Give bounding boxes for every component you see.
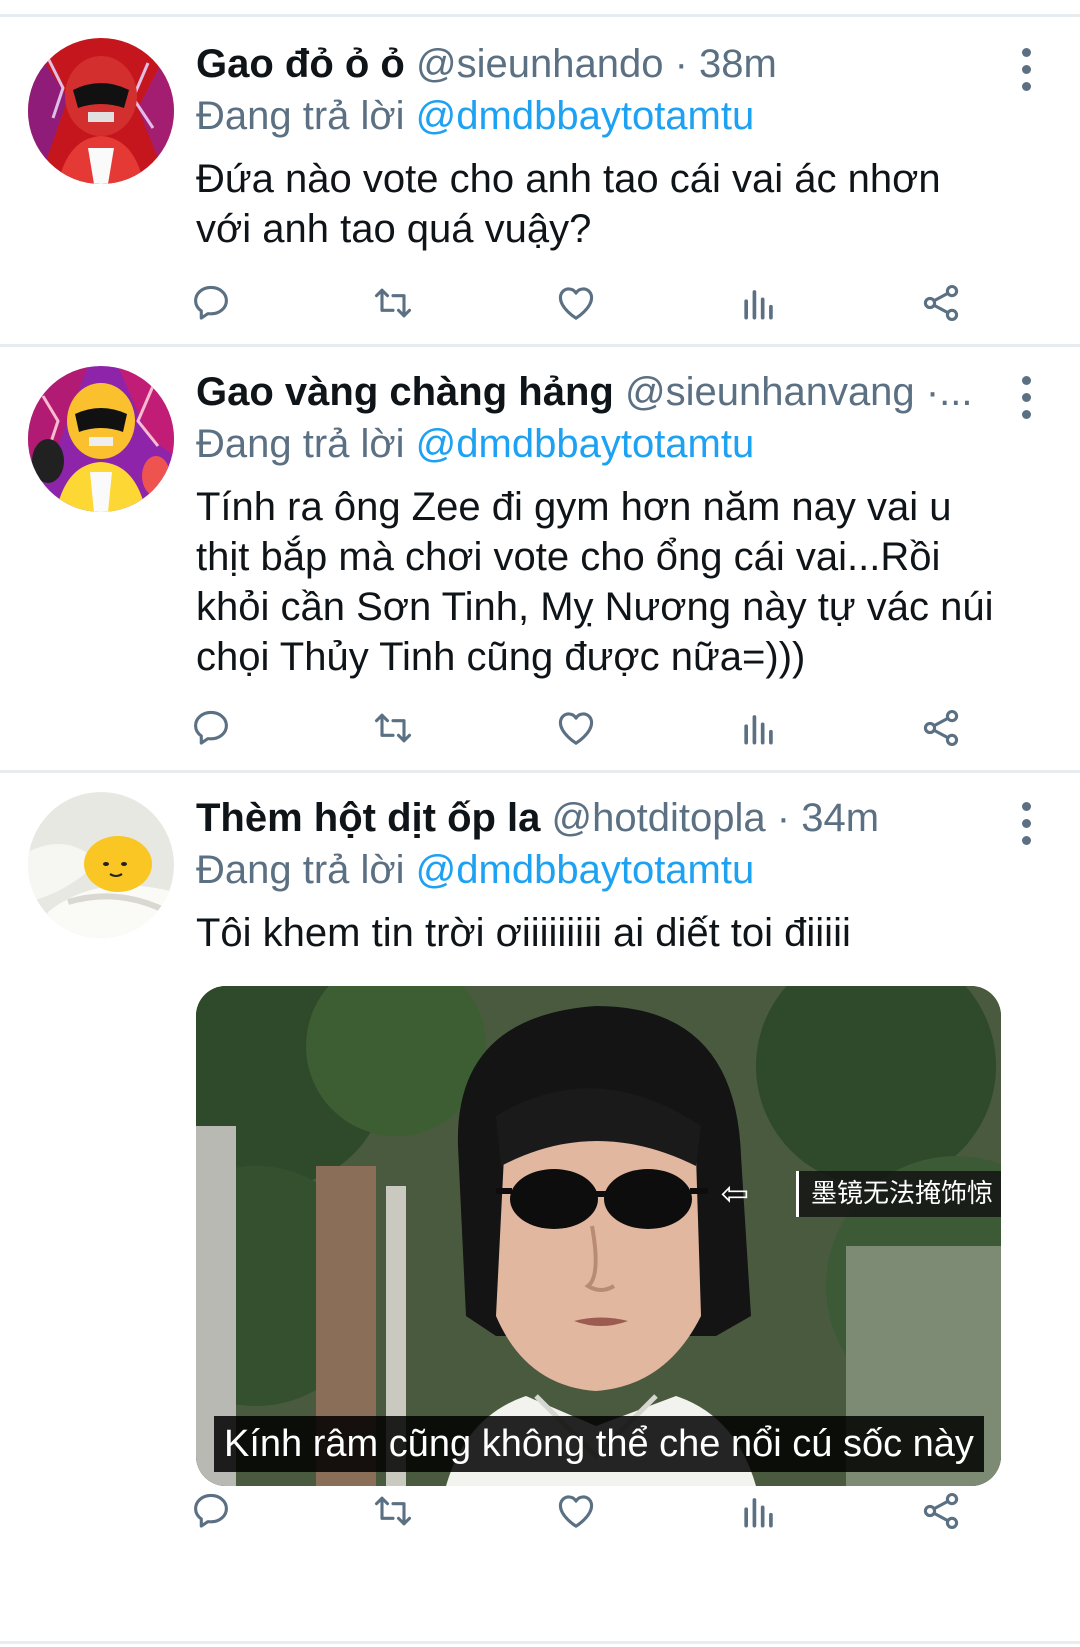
retweet-button[interactable] bbox=[368, 278, 418, 328]
tweet-text-line: Tôi khem tin trời ơiiiiiiiii ai diết toi… bbox=[196, 911, 851, 955]
tweet-header: Thèm hột dịt ốp la @hotditopla · 34m bbox=[196, 792, 971, 844]
like-icon bbox=[558, 1495, 594, 1528]
reply-button[interactable] bbox=[186, 278, 236, 328]
tweet-text-line: chọi Thủy Tinh cũng được nữa=))) bbox=[196, 635, 806, 679]
tweet-card[interactable]: Thèm hột dịt ốp la @hotditopla · 34m Đan… bbox=[0, 774, 1080, 1639]
display-name[interactable]: Gao đỏ ỏ ỏ bbox=[196, 42, 405, 86]
reply-prefix: Đang trả lời bbox=[196, 848, 405, 892]
tweet-actions bbox=[194, 1486, 1016, 1536]
tweet-text: Đứa nào vote cho anh tao cái vai ác nhơn… bbox=[196, 154, 1046, 254]
tweet-actions bbox=[194, 703, 1016, 753]
tweet-text-line: khỏi cần Sơn Tinh, Mỵ Nương này tự vác n… bbox=[196, 585, 994, 629]
tweet-header: Gao đỏ ỏ ỏ @sieunhando · 38m bbox=[196, 38, 971, 90]
reply-prefix: Đang trả lời bbox=[196, 422, 405, 466]
reply-icon bbox=[194, 710, 228, 745]
tweet-text-line: Tính ra ông Zee đi gym hơn năm nay vai u bbox=[196, 485, 952, 529]
reply-icon bbox=[194, 285, 228, 320]
analytics-icon bbox=[744, 1498, 773, 1528]
top-divider bbox=[0, 14, 1080, 17]
analytics-icon bbox=[744, 290, 773, 320]
reply-icon bbox=[194, 1493, 228, 1528]
tweet-media-image[interactable]: ⇦ 墨镜无法掩饰惊 Kính râm cũng không thể che nổ… bbox=[196, 986, 1001, 1486]
reply-mention-link[interactable]: @dmdbbaytotamtu bbox=[416, 94, 755, 138]
share-icon bbox=[923, 709, 959, 747]
user-handle[interactable]: @sieunhando bbox=[416, 42, 663, 86]
media-chinese-subtitle: 墨镜无法掩饰惊 bbox=[795, 1171, 1001, 1217]
like-button[interactable] bbox=[551, 278, 601, 328]
tweet-text-line: Đứa nào vote cho anh tao cái vai ác nhơn bbox=[196, 157, 941, 201]
reply-mention-link[interactable]: @dmdbbaytotamtu bbox=[416, 848, 755, 892]
like-button[interactable] bbox=[551, 1486, 601, 1536]
tweet-actions bbox=[194, 278, 1016, 328]
reply-context: Đang trả lời @dmdbbaytotamtu bbox=[196, 418, 1046, 470]
retweet-button[interactable] bbox=[368, 703, 418, 753]
tweet-text-line: với anh tao quá vuậy? bbox=[196, 207, 592, 251]
analytics-button[interactable] bbox=[734, 1486, 784, 1536]
subtitle-arrow-icon: ⇦ bbox=[720, 1175, 750, 1213]
tweet-card[interactable]: Gao đỏ ỏ ỏ @sieunhando · 38m Đang trả lờ… bbox=[0, 20, 1080, 340]
more-options-icon[interactable] bbox=[1006, 798, 1046, 848]
tweet-card[interactable]: Gao vàng chàng hảng @sieunhanvang ·... Đ… bbox=[0, 348, 1080, 768]
tweet-text: Tôi khem tin trời ơiiiiiiiii ai diết toi… bbox=[196, 908, 1046, 958]
reply-mention-link[interactable]: @dmdbbaytotamtu bbox=[416, 422, 755, 466]
share-button[interactable] bbox=[916, 278, 966, 328]
gudetama-avatar-image bbox=[28, 792, 174, 938]
reply-button[interactable] bbox=[186, 1486, 236, 1536]
share-button[interactable] bbox=[916, 703, 966, 753]
analytics-button[interactable] bbox=[734, 278, 784, 328]
reply-context: Đang trả lời @dmdbbaytotamtu bbox=[196, 90, 1046, 142]
retweet-button[interactable] bbox=[368, 1486, 418, 1536]
separator: ·... bbox=[925, 370, 971, 414]
avatar[interactable] bbox=[28, 366, 174, 512]
share-icon bbox=[923, 284, 959, 322]
tweet-divider bbox=[0, 344, 1080, 347]
timestamp[interactable]: 34m bbox=[801, 796, 879, 840]
reply-button[interactable] bbox=[186, 703, 236, 753]
avatar[interactable] bbox=[28, 792, 174, 938]
tweet-header: Gao vàng chàng hảng @sieunhanvang ·... bbox=[196, 366, 971, 418]
analytics-icon bbox=[744, 715, 773, 745]
like-icon bbox=[558, 287, 594, 320]
timestamp[interactable]: 38m bbox=[699, 42, 777, 86]
retweet-icon bbox=[374, 288, 412, 318]
share-icon bbox=[923, 1492, 959, 1530]
separator: · bbox=[776, 796, 791, 840]
user-handle[interactable]: @hotditopla bbox=[552, 796, 766, 840]
yellow-ranger-avatar-image bbox=[28, 366, 174, 512]
retweet-icon bbox=[374, 1496, 412, 1526]
share-button[interactable] bbox=[916, 1486, 966, 1536]
like-button[interactable] bbox=[551, 703, 601, 753]
avatar[interactable] bbox=[28, 38, 174, 184]
user-handle[interactable]: @sieunhanvang bbox=[625, 370, 915, 414]
tweet-text: Tính ra ông Zee đi gym hơn năm nay vai u… bbox=[196, 482, 1046, 682]
reply-prefix: Đang trả lời bbox=[196, 94, 405, 138]
tweet-text-line: thịt bắp mà chơi vote cho ổng cái vai...… bbox=[196, 535, 941, 579]
analytics-button[interactable] bbox=[734, 703, 784, 753]
media-caption: Kính râm cũng không thể che nổi cú sốc n… bbox=[214, 1416, 984, 1472]
retweet-icon bbox=[374, 713, 412, 743]
red-ranger-avatar-image bbox=[28, 38, 174, 184]
bottom-divider bbox=[0, 1641, 1080, 1644]
separator: · bbox=[674, 42, 688, 86]
more-options-icon[interactable] bbox=[1006, 44, 1046, 94]
reply-context: Đang trả lời @dmdbbaytotamtu bbox=[196, 844, 1046, 896]
like-icon bbox=[558, 712, 594, 745]
tweet-divider bbox=[0, 770, 1080, 773]
meme-photo bbox=[196, 986, 1001, 1486]
more-options-icon[interactable] bbox=[1006, 372, 1046, 422]
display-name[interactable]: Thèm hột dịt ốp la bbox=[196, 796, 540, 840]
display-name[interactable]: Gao vàng chàng hảng bbox=[196, 370, 614, 414]
